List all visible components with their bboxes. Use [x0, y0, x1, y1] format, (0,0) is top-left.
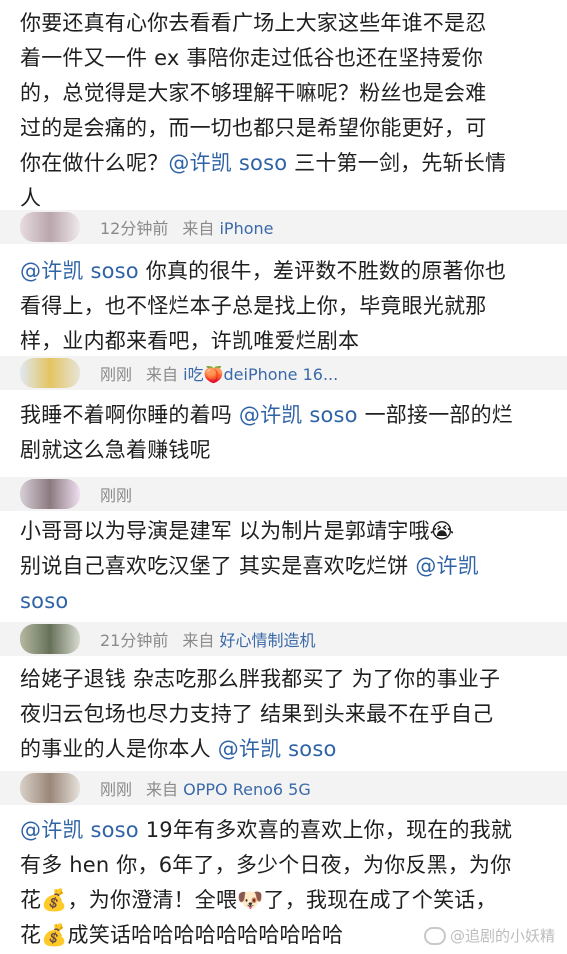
- meta-3-time: 刚刚: [100, 486, 133, 505]
- mention-link[interactable]: @许凯 soso: [218, 737, 337, 761]
- avatar[interactable]: [20, 624, 80, 654]
- comment-1: 你要还真有心你去看看广场上大家这些年谁不是忍 着一件又一件 ex 事陪你走过低谷…: [20, 6, 553, 216]
- comment-4-line-2: 别说自己喜欢吃汉堡了 其实是喜欢吃烂饼 @许凯: [20, 554, 479, 578]
- comment-2-line-1: @许凯 soso 你真的很牛，差评数不胜数的原著你也: [20, 259, 507, 283]
- comment-4: 小哥哥以为导演是建军 以为制片是郭靖宇哦😭 别说自己喜欢吃汉堡了 其实是喜欢吃烂…: [20, 514, 553, 619]
- comment-1-line-5: 你在做什么呢？@许凯 soso 三十第一剑，先斩长情: [20, 151, 507, 175]
- comment-3: 我睡不着啊你睡的着吗 @许凯 soso 一部接一部的烂 剧就这么急着赚钱呢: [20, 398, 553, 468]
- meta-4-time: 21分钟前: [100, 631, 169, 650]
- meta-1-source: 来自 iPhone: [182, 219, 274, 238]
- avatar[interactable]: [20, 773, 80, 803]
- avatar[interactable]: [20, 479, 80, 509]
- comment-2-line-3: 样，业内都来看吧，许凯唯爱烂剧本: [20, 329, 360, 353]
- device-link[interactable]: i吃🍑deiPhone 16...: [183, 365, 338, 384]
- comment-6-line-3: 花💰，为你澄清！全喂🐶了，我现在成了个笑话，: [20, 888, 497, 912]
- mention-link[interactable]: @许凯 soso: [20, 259, 139, 283]
- weibo-icon: [423, 926, 446, 945]
- comment-5-line-1: 给姥子退钱 杂志吃那么胖我都买了 为了你的事业子: [20, 667, 501, 691]
- meta-4-source: 来自 好心情制造机: [182, 631, 316, 650]
- meta-3: 刚刚: [0, 477, 567, 511]
- comment-2-line-2: 看得上，也不怪烂本子总是找上你，毕竟眼光就那: [20, 294, 487, 318]
- avatar[interactable]: [20, 358, 80, 388]
- device-link[interactable]: iPhone: [219, 219, 273, 238]
- meta-1-time: 12分钟前: [100, 219, 169, 238]
- comment-1-line-1: 你要还真有心你去看看广场上大家这些年谁不是忍: [20, 11, 487, 35]
- meta-2: 刚刚 来自 i吃🍑deiPhone 16...: [0, 356, 567, 390]
- device-link[interactable]: 好心情制造机: [219, 631, 315, 650]
- comment-4-line-3: soso: [20, 584, 553, 619]
- comment-2: @许凯 soso 你真的很牛，差评数不胜数的原著你也 看得上，也不怪烂本子总是找…: [20, 254, 553, 359]
- mention-link[interactable]: soso: [20, 589, 68, 613]
- device-link[interactable]: OPPO Reno6 5G: [183, 780, 311, 799]
- mention-link[interactable]: @许凯 soso: [20, 818, 139, 842]
- comment-1-line-4: 过的是会痛的，而一切也都只是希望你能更好，可: [20, 116, 487, 140]
- mention-link[interactable]: @许凯 soso: [168, 151, 287, 175]
- avatar[interactable]: [20, 212, 80, 242]
- meta-5-time: 刚刚: [100, 780, 133, 799]
- mention-link[interactable]: @许凯 soso: [239, 403, 358, 427]
- comment-3-line-1: 我睡不着啊你睡的着吗 @许凯 soso 一部接一部的烂: [20, 403, 514, 427]
- meta-1: 12分钟前 来自 iPhone: [0, 210, 567, 244]
- comment-6-line-2: 有多 hen 你，6年了，多少个日夜，为你反黑，为你: [20, 853, 512, 877]
- comment-1-line-2: 着一件又一件 ex 事陪你走过低谷也还在坚持爱你: [20, 46, 484, 70]
- mention-link[interactable]: @许凯: [415, 554, 479, 578]
- meta-5-source: 来自 OPPO Reno6 5G: [146, 780, 311, 799]
- comment-6-line-1: @许凯 soso 19年有多欢喜的喜欢上你，现在的我就: [20, 818, 513, 842]
- comment-5: 给姥子退钱 杂志吃那么胖我都买了 为了你的事业子 夜归云包场也尽力支持了 结果到…: [20, 662, 553, 767]
- comment-3-line-2: 剧就这么急着赚钱呢: [20, 438, 211, 462]
- comment-1-line-3: 的，总觉得是大家不够理解干嘛呢？粉丝也是会难: [20, 81, 487, 105]
- meta-2-time: 刚刚: [100, 365, 133, 384]
- meta-5: 刚刚 来自 OPPO Reno6 5G: [0, 771, 567, 805]
- meta-4: 21分钟前 来自 好心情制造机: [0, 622, 567, 656]
- watermark: @追剧的小妖精: [423, 925, 555, 946]
- meta-2-source: 来自 i吃🍑deiPhone 16...: [146, 365, 339, 384]
- comment-5-line-3: 的事业的人是你本人 @许凯 soso: [20, 737, 337, 761]
- comment-4-line-1: 小哥哥以为导演是建军 以为制片是郭靖宇哦😭: [20, 519, 455, 543]
- watermark-text: @追剧的小妖精: [449, 927, 555, 945]
- comment-5-line-2: 夜归云包场也尽力支持了 结果到头来最不在乎自己: [20, 702, 494, 726]
